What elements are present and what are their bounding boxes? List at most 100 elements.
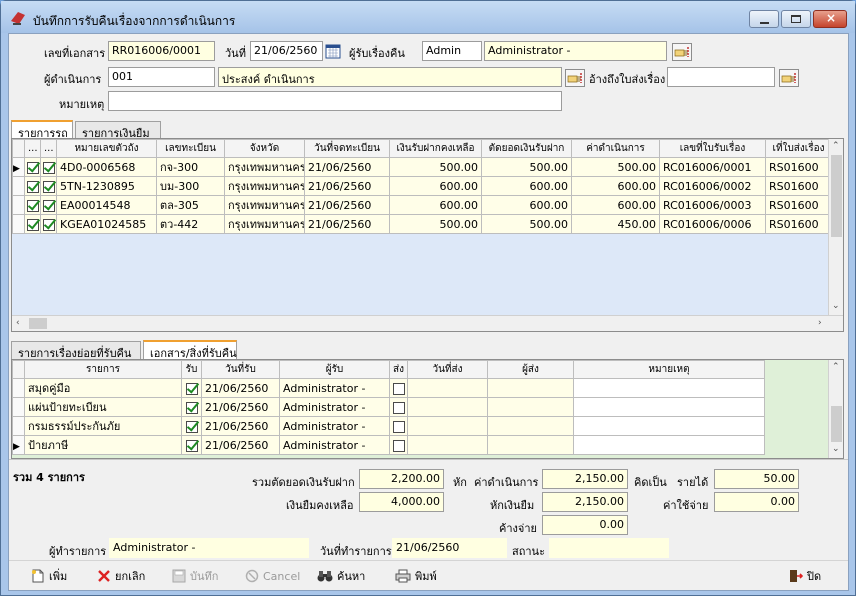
cut-cell[interactable]: 500.00	[481, 157, 572, 177]
minimize-button[interactable]	[749, 10, 779, 28]
table-row[interactable]: ▶ ป้ายภาษี 21/06/2560 Administrator -	[12, 435, 765, 455]
reg-date-cell[interactable]: 21/06/2560	[304, 157, 390, 177]
documents-vscrollbar[interactable]: ⌃ ⌄	[828, 360, 843, 458]
province-cell[interactable]: กรุงเทพมหานคร	[224, 176, 305, 196]
close-button[interactable]: ปิด	[789, 567, 821, 585]
remark-cell[interactable]	[573, 416, 765, 436]
remark-cell[interactable]	[573, 397, 765, 417]
sent-by-cell[interactable]	[487, 435, 574, 455]
scroll-thumb[interactable]	[831, 406, 842, 442]
sent-date-cell[interactable]	[407, 416, 488, 436]
send-no-cell[interactable]: RS01600	[765, 176, 832, 196]
send-no-cell[interactable]: RS01600	[765, 214, 832, 234]
received-checkbox[interactable]	[181, 435, 202, 455]
reg-date-cell[interactable]: 21/06/2560	[304, 195, 390, 215]
recv-no-cell[interactable]: RC016006/0002	[659, 176, 766, 196]
title-bar[interactable]: บันทึกการรับคืนเรื่องจากการดำเนินการ ×	[1, 1, 855, 33]
operator-code-field[interactable]: 001	[108, 67, 215, 87]
col-header[interactable]: เงินรับฝากคงเหลือ	[389, 139, 482, 158]
col-header[interactable]: ผู้รับ	[279, 360, 390, 379]
row-checkbox[interactable]	[24, 195, 41, 215]
recv-by-cell[interactable]: Administrator -	[279, 416, 390, 436]
col-header[interactable]: หมายเหตุ	[573, 360, 765, 379]
sent-checkbox[interactable]	[389, 435, 408, 455]
tab-vehicles[interactable]: รายการรถ	[11, 120, 73, 140]
deposit-cell[interactable]: 500.00	[389, 214, 482, 234]
table-row[interactable]: แผ่นป้ายทะเบียน 21/06/2560 Administrator…	[12, 397, 765, 417]
deposit-cell[interactable]: 600.00	[389, 176, 482, 196]
scroll-thumb[interactable]	[831, 155, 842, 237]
recv-by-cell[interactable]: Administrator -	[279, 397, 390, 417]
row-checkbox[interactable]	[24, 176, 41, 196]
cut-cell[interactable]: 600.00	[481, 195, 572, 215]
operator-lookup-button[interactable]	[565, 69, 585, 87]
scroll-up-icon[interactable]: ⌃	[832, 141, 840, 151]
chassis-cell[interactable]: 5TN-1230895	[56, 176, 157, 196]
tab-borrowings[interactable]: รายการเงินยืม	[75, 121, 161, 140]
maximize-button[interactable]	[781, 10, 811, 28]
vehicle-vscrollbar[interactable]: ⌃ ⌄	[828, 139, 843, 315]
recv-by-cell[interactable]: Administrator -	[279, 435, 390, 455]
recv-no-cell[interactable]: RC016006/0003	[659, 195, 766, 215]
receiver-lookup-button[interactable]	[672, 43, 692, 61]
sent-checkbox[interactable]	[389, 378, 408, 398]
table-row[interactable]: กรมธรรม์ประกันภัย 21/06/2560 Administrat…	[12, 416, 765, 436]
sent-date-cell[interactable]	[407, 378, 488, 398]
print-button[interactable]: พิมพ์	[395, 567, 437, 585]
province-cell[interactable]: กรุงเทพมหานคร	[224, 214, 305, 234]
tab-documents[interactable]: เอกสาร/สิ่งที่รับคืน	[143, 340, 237, 360]
row-checkbox[interactable]	[40, 214, 57, 234]
item-cell[interactable]: กรมธรรม์ประกันภัย	[24, 416, 182, 436]
col-header[interactable]: รายการ	[24, 360, 182, 379]
recv-date-cell[interactable]: 21/06/2560	[201, 397, 280, 417]
add-button[interactable]: เพิ่ม	[31, 567, 67, 585]
recv-date-cell[interactable]: 21/06/2560	[201, 378, 280, 398]
col-header[interactable]: ค่าดำเนินการ	[571, 139, 660, 158]
col-header[interactable]: ตัดยอดเงินรับฝาก	[481, 139, 572, 158]
col-header[interactable]: วันที่ส่ง	[407, 360, 488, 379]
province-cell[interactable]: กรุงเทพมหานคร	[224, 195, 305, 215]
scroll-left-icon[interactable]: ‹	[16, 318, 20, 328]
col-header[interactable]: วันที่จดทะเบียน	[304, 139, 390, 158]
col-header[interactable]: รับ	[181, 360, 202, 379]
ref-field[interactable]	[667, 67, 775, 87]
col-header[interactable]: ...	[24, 139, 41, 158]
received-checkbox[interactable]	[181, 416, 202, 436]
col-header[interactable]: เลขทะเบียน	[156, 139, 225, 158]
row-checkbox[interactable]	[40, 157, 57, 177]
ref-lookup-button[interactable]	[779, 69, 799, 87]
col-header[interactable]: วันที่รับ	[201, 360, 280, 379]
col-header[interactable]: ผู้ส่ง	[487, 360, 574, 379]
send-no-cell[interactable]: RS01600	[765, 195, 832, 215]
deposit-cell[interactable]: 600.00	[389, 195, 482, 215]
reg-date-cell[interactable]: 21/06/2560	[304, 176, 390, 196]
col-header[interactable]: ...	[40, 139, 57, 158]
item-cell[interactable]: สมุดคู่มือ	[24, 378, 182, 398]
sent-by-cell[interactable]	[487, 378, 574, 398]
col-header[interactable]: หมายเลขตัวถัง	[56, 139, 157, 158]
col-header[interactable]: เลขที่ใบรับเรื่อง	[659, 139, 766, 158]
vehicle-hscrollbar[interactable]: ‹ ›	[12, 315, 843, 331]
table-row[interactable]: สมุดคู่มือ 21/06/2560 Administrator -	[12, 378, 765, 398]
deposit-cell[interactable]: 500.00	[389, 157, 482, 177]
row-checkbox[interactable]	[24, 214, 41, 234]
scroll-down-icon[interactable]: ⌄	[832, 444, 840, 454]
scroll-thumb[interactable]	[29, 318, 47, 329]
table-row[interactable]: EA00014548 ตล-305 กรุงเทพมหานคร 21/06/25…	[12, 195, 832, 215]
tab-sub-items[interactable]: รายการเรื่องย่อยที่รับคืน	[11, 341, 141, 360]
sent-date-cell[interactable]	[407, 435, 488, 455]
cut-cell[interactable]: 500.00	[481, 214, 572, 234]
receiver-code-field[interactable]: Admin	[422, 41, 482, 61]
recv-date-cell[interactable]: 21/06/2560	[201, 416, 280, 436]
row-checkbox[interactable]	[24, 157, 41, 177]
doc-no-field[interactable]: RR016006/0001	[108, 41, 215, 61]
close-window-button[interactable]: ×	[813, 10, 847, 28]
plate-cell[interactable]: ตล-305	[156, 195, 225, 215]
received-checkbox[interactable]	[181, 378, 202, 398]
date-field[interactable]: 21/06/2560	[250, 41, 323, 61]
cancel-button[interactable]: Cancel	[245, 567, 300, 585]
plate-cell[interactable]: กจ-300	[156, 157, 225, 177]
cancel-item-button[interactable]: ยกเลิก	[97, 567, 145, 585]
scroll-up-icon[interactable]: ⌃	[832, 362, 840, 372]
send-no-cell[interactable]: RS01600	[765, 157, 832, 177]
